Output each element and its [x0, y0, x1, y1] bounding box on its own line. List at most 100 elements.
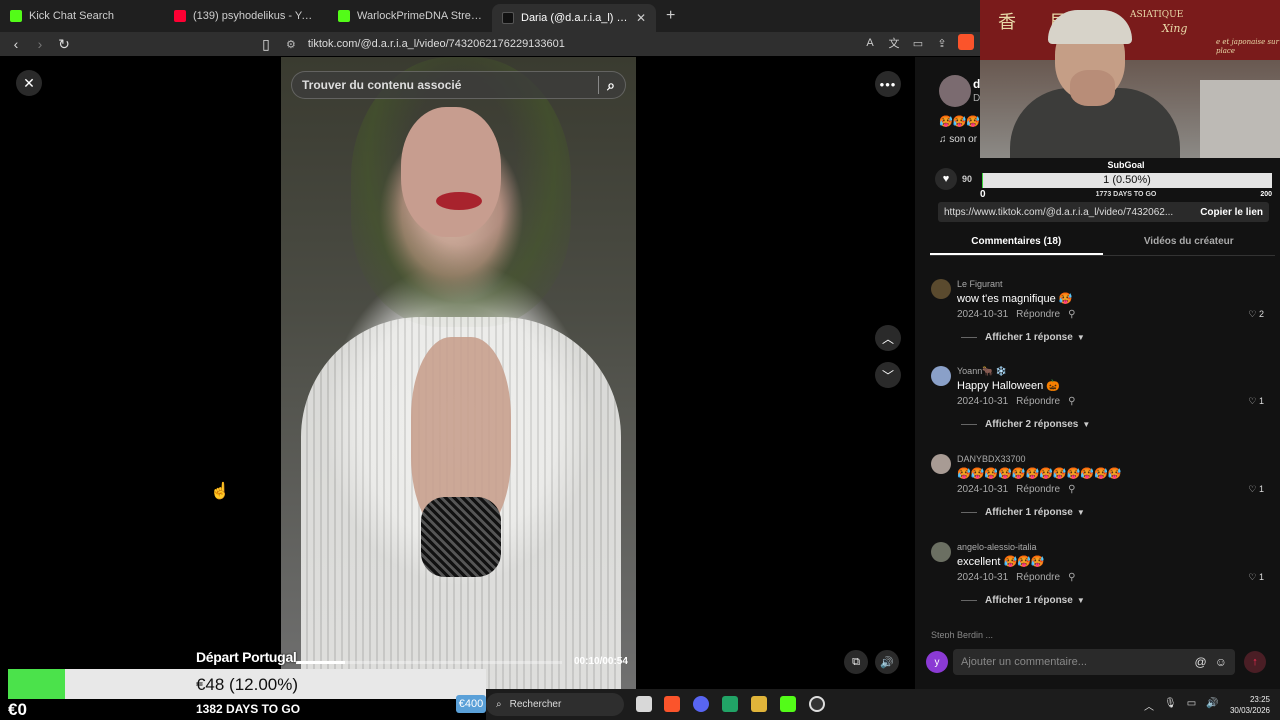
comment-username[interactable]: DANYBDX33700 [957, 454, 1026, 464]
bookmark-icon[interactable]: ▯ [256, 34, 276, 54]
panel-tabs: Commentaires (18) Vidéos du créateur [930, 232, 1275, 256]
comment-meta: 2024-10-31 Répondre ⚲ [957, 572, 1075, 583]
show-replies-button[interactable]: Afficher 1 réponse ▼ [961, 595, 1085, 606]
comment-likes[interactable]: ♡ 1 [1248, 572, 1264, 583]
comment-text: excellent 🥵🥵🥵 [957, 556, 1045, 568]
show-replies-label: Afficher 1 réponse [985, 595, 1073, 606]
subgoal-bar: 1 (0.50%) [982, 173, 1272, 188]
spreadsheet-taskbar-icon[interactable] [722, 696, 738, 712]
forward-icon[interactable]: › [30, 34, 50, 54]
dislike-icon[interactable]: ⚲ [1068, 572, 1075, 583]
comment-likes[interactable]: ♡ 1 [1248, 396, 1264, 407]
reply-button[interactable]: Répondre [1016, 309, 1060, 320]
back-icon[interactable]: ‹ [6, 34, 26, 54]
site-settings-icon[interactable]: ⚙ [286, 38, 296, 51]
browser-tab-tiktok[interactable]: Daria (@d.a.r.i.a_l) | TikTok ✕ [492, 4, 656, 32]
task-view-icon[interactable] [636, 696, 652, 712]
comment-username[interactable]: angelo-alessio-italia [957, 542, 1037, 552]
windows-taskbar: €400 ⌕ Rechercher ︿ 🎙 ▭ 🔊 23:25 30/03/20… [456, 689, 1280, 720]
comment-username[interactable]: Yoann🐂 ❄️ [957, 366, 1007, 377]
comment-avatar[interactable] [931, 366, 951, 386]
post-comment-button[interactable]: ↑ [1244, 651, 1266, 673]
speaker-icon[interactable]: 🔊 [1206, 698, 1218, 713]
taskbar-search[interactable]: ⌕ Rechercher [486, 693, 624, 716]
sound-link[interactable]: ♫ son or [939, 134, 977, 145]
network-icon[interactable]: ▭ [1187, 698, 1196, 713]
comment-input[interactable]: Ajouter un commentaire... @ ☺ [953, 649, 1235, 675]
brave-shield-icon[interactable] [958, 34, 974, 50]
reader-mode-icon[interactable]: A [862, 34, 878, 52]
comment-item: Yoann🐂 ❄️ Happy Halloween 🎃 2024-10-31 Ré… [931, 366, 1276, 452]
reply-button[interactable]: Répondre [1016, 484, 1060, 495]
browser-tab-kick-chat[interactable]: Kick Chat Search [0, 0, 164, 32]
dislike-icon[interactable]: ⚲ [1068, 396, 1075, 407]
dislike-icon[interactable]: ⚲ [1068, 309, 1075, 320]
mouse-cursor-icon: ☝ [210, 483, 230, 500]
next-video-button[interactable]: ﹀ [875, 362, 901, 388]
obs-taskbar-icon[interactable] [809, 696, 825, 712]
subgoal-title: SubGoal [1107, 160, 1145, 170]
share-url: https://www.tiktok.com/@d.a.r.i.a_l/vide… [944, 206, 1174, 218]
microphone-icon[interactable]: 🎙 [1164, 698, 1177, 713]
donation-goal-days: 1382 DAYS TO GO [196, 702, 301, 716]
browser-toolbar: ‹ › ↻ ▯ ⚙ tiktok.com/@d.a.r.i.a_l/video/… [0, 32, 980, 56]
tab-creator-videos[interactable]: Vidéos du créateur [1103, 232, 1276, 255]
creator-avatar[interactable] [939, 75, 971, 107]
comment-username[interactable]: Le Figurant [957, 279, 1003, 289]
video-progress-bar[interactable] [296, 661, 562, 664]
show-replies-button[interactable]: Afficher 2 réponses ▼ [961, 419, 1090, 430]
close-tab-icon[interactable]: ✕ [636, 11, 646, 25]
video-player[interactable] [281, 57, 636, 689]
donation-goal-title: Départ Portugal [196, 649, 297, 665]
donation-goal-min: €0 [8, 700, 27, 719]
floating-player-button[interactable]: ⧉ [844, 650, 868, 674]
translate-icon[interactable]: 文 [886, 34, 902, 52]
brave-taskbar-icon[interactable] [664, 696, 680, 712]
discord-taskbar-icon[interactable] [693, 696, 709, 712]
video-stage: ✕ Trouver du contenu associé ⌕ ••• ︿ ﹀ ☝… [0, 57, 915, 689]
like-button[interactable]: ♥ [935, 168, 957, 190]
show-replies-button[interactable]: Afficher 1 réponse ▼ [961, 507, 1085, 518]
close-video-button[interactable]: ✕ [16, 70, 42, 96]
system-tray: ︿ 🎙 ▭ 🔊 [1144, 698, 1219, 713]
new-tab-button[interactable]: + [656, 0, 685, 32]
webcam-overlay: 香 居 ASIATIQUE Xing e et japonaise sur pl… [980, 0, 1280, 158]
donation-badge: €400 [456, 695, 486, 713]
comment-likes[interactable]: ♡ 2 [1248, 309, 1264, 320]
taskbar-clock[interactable]: 23:25 30/03/2026 [1230, 694, 1270, 716]
share-icon[interactable]: ⇪ [934, 34, 950, 52]
comment-avatar[interactable] [931, 279, 951, 299]
address-bar[interactable]: ⚙ tiktok.com/@d.a.r.i.a_l/video/74320621… [286, 34, 906, 54]
reply-button[interactable]: Répondre [1016, 396, 1060, 407]
webcam-person-cap [1048, 10, 1132, 44]
comment-avatar[interactable] [931, 542, 951, 562]
dislike-icon[interactable]: ⚲ [1068, 484, 1075, 495]
emoji-icon[interactable]: ☺ [1215, 655, 1227, 669]
reload-icon[interactable]: ↻ [54, 34, 74, 54]
pip-icon[interactable]: ▭ [910, 34, 926, 52]
tab-comments[interactable]: Commentaires (18) [930, 232, 1103, 255]
reply-button[interactable]: Répondre [1016, 572, 1060, 583]
video-caption: 🥵🥵🥵 [939, 116, 981, 128]
previous-video-button[interactable]: ︿ [875, 325, 901, 351]
tiktok-favicon-icon [502, 12, 514, 24]
search-icon[interactable]: ⌕ [607, 77, 615, 94]
related-search-input[interactable]: Trouver du contenu associé ⌕ [291, 71, 626, 99]
sign-text-1: ASIATIQUE [1130, 10, 1184, 20]
mention-icon[interactable]: @ [1195, 655, 1207, 669]
comment-avatar[interactable] [931, 454, 951, 474]
app-taskbar-icon[interactable] [751, 696, 767, 712]
chevron-up-icon[interactable]: ︿ [1144, 698, 1154, 713]
browser-tab-kick-stream[interactable]: WarlockPrimeDNA Stream - Watch Li [328, 0, 492, 32]
kick-taskbar-icon[interactable] [780, 696, 796, 712]
comment-date: 2024-10-31 [957, 396, 1009, 407]
browser-tab-youtube[interactable]: (139) psyhodelikus - YouTube [164, 0, 328, 32]
show-replies-button[interactable]: Afficher 1 réponse ▼ [961, 332, 1085, 343]
subgoal-days: 1773 DAYS TO GO [1095, 191, 1157, 198]
volume-button[interactable]: 🔊 [875, 650, 899, 674]
comment-item-partial: Steph Berdin ... [931, 630, 994, 638]
more-options-button[interactable]: ••• [875, 71, 901, 97]
comment-like-count: 1 [1258, 484, 1264, 494]
comment-likes[interactable]: ♡ 1 [1248, 484, 1264, 495]
copy-link-button[interactable]: Copier le lien [1200, 207, 1263, 218]
